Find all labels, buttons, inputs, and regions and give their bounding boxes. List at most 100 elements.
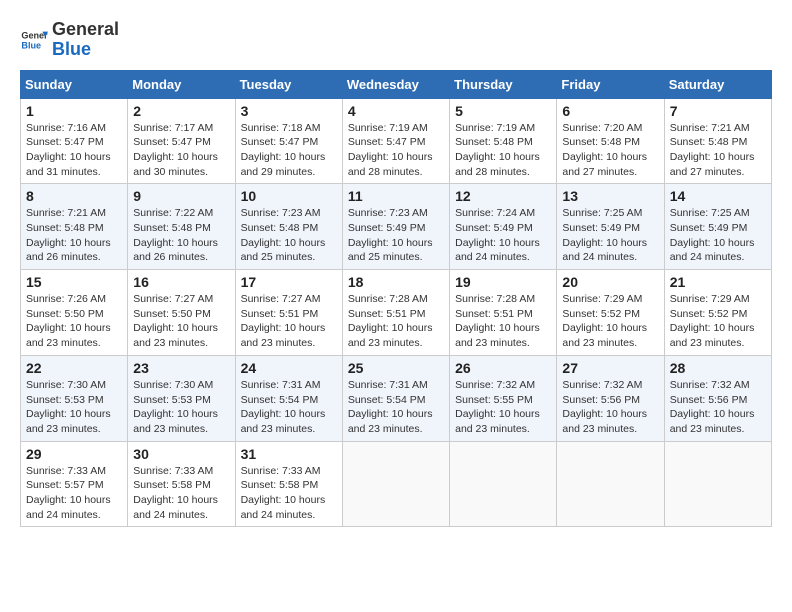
calendar-week-row: 15 Sunrise: 7:26 AM Sunset: 5:50 PM Dayli…: [21, 270, 772, 356]
day-number: 16: [133, 274, 229, 290]
day-info: Sunrise: 7:28 AM Sunset: 5:51 PM Dayligh…: [348, 292, 444, 351]
day-info: Sunrise: 7:24 AM Sunset: 5:49 PM Dayligh…: [455, 206, 551, 265]
day-number: 29: [26, 446, 122, 462]
calendar-cell: 22 Sunrise: 7:30 AM Sunset: 5:53 PM Dayli…: [21, 355, 128, 441]
day-info: Sunrise: 7:25 AM Sunset: 5:49 PM Dayligh…: [562, 206, 658, 265]
calendar-cell: 29 Sunrise: 7:33 AM Sunset: 5:57 PM Dayli…: [21, 441, 128, 527]
day-info: Sunrise: 7:32 AM Sunset: 5:55 PM Dayligh…: [455, 378, 551, 437]
calendar-week-row: 8 Sunrise: 7:21 AM Sunset: 5:48 PM Daylig…: [21, 184, 772, 270]
day-number: 24: [241, 360, 337, 376]
calendar-cell: 13 Sunrise: 7:25 AM Sunset: 5:49 PM Dayli…: [557, 184, 664, 270]
day-info: Sunrise: 7:31 AM Sunset: 5:54 PM Dayligh…: [348, 378, 444, 437]
calendar-cell: 19 Sunrise: 7:28 AM Sunset: 5:51 PM Dayli…: [450, 270, 557, 356]
day-info: Sunrise: 7:28 AM Sunset: 5:51 PM Dayligh…: [455, 292, 551, 351]
day-number: 5: [455, 103, 551, 119]
day-number: 21: [670, 274, 766, 290]
day-number: 17: [241, 274, 337, 290]
day-info: Sunrise: 7:25 AM Sunset: 5:49 PM Dayligh…: [670, 206, 766, 265]
day-number: 19: [455, 274, 551, 290]
day-info: Sunrise: 7:19 AM Sunset: 5:47 PM Dayligh…: [348, 121, 444, 180]
calendar-cell: 24 Sunrise: 7:31 AM Sunset: 5:54 PM Dayli…: [235, 355, 342, 441]
calendar-cell: 15 Sunrise: 7:26 AM Sunset: 5:50 PM Dayli…: [21, 270, 128, 356]
day-info: Sunrise: 7:33 AM Sunset: 5:57 PM Dayligh…: [26, 464, 122, 523]
day-info: Sunrise: 7:22 AM Sunset: 5:48 PM Dayligh…: [133, 206, 229, 265]
calendar-cell: 26 Sunrise: 7:32 AM Sunset: 5:55 PM Dayli…: [450, 355, 557, 441]
day-number: 25: [348, 360, 444, 376]
calendar-cell: 31 Sunrise: 7:33 AM Sunset: 5:58 PM Dayli…: [235, 441, 342, 527]
calendar-cell: 23 Sunrise: 7:30 AM Sunset: 5:53 PM Dayli…: [128, 355, 235, 441]
day-info: Sunrise: 7:29 AM Sunset: 5:52 PM Dayligh…: [562, 292, 658, 351]
calendar-cell: 10 Sunrise: 7:23 AM Sunset: 5:48 PM Dayli…: [235, 184, 342, 270]
day-number: 6: [562, 103, 658, 119]
days-header-row: Sunday Monday Tuesday Wednesday Thursday…: [21, 70, 772, 98]
header-wednesday: Wednesday: [342, 70, 449, 98]
calendar-cell: 6 Sunrise: 7:20 AM Sunset: 5:48 PM Daylig…: [557, 98, 664, 184]
day-info: Sunrise: 7:21 AM Sunset: 5:48 PM Dayligh…: [26, 206, 122, 265]
day-number: 7: [670, 103, 766, 119]
day-info: Sunrise: 7:33 AM Sunset: 5:58 PM Dayligh…: [241, 464, 337, 523]
calendar-cell: 11Sunrise: 7:23 AM Sunset: 5:49 PM Dayli…: [342, 184, 449, 270]
header-sunday: Sunday: [21, 70, 128, 98]
day-number: 28: [670, 360, 766, 376]
day-number: 4: [348, 103, 444, 119]
calendar-cell: 25 Sunrise: 7:31 AM Sunset: 5:54 PM Dayli…: [342, 355, 449, 441]
day-info: Sunrise: 7:23 AM Sunset: 5:48 PM Dayligh…: [241, 206, 337, 265]
header-friday: Friday: [557, 70, 664, 98]
day-info: Sunrise: 7:16 AM Sunset: 5:47 PM Dayligh…: [26, 121, 122, 180]
calendar-cell: [450, 441, 557, 527]
calendar-cell: 2Sunrise: 7:17 AM Sunset: 5:47 PM Daylig…: [128, 98, 235, 184]
logo-icon: General Blue: [20, 26, 48, 54]
calendar-cell: 9 Sunrise: 7:22 AM Sunset: 5:48 PM Daylig…: [128, 184, 235, 270]
calendar-cell: 1 Sunrise: 7:16 AM Sunset: 5:47 PM Daylig…: [21, 98, 128, 184]
calendar-week-row: 22 Sunrise: 7:30 AM Sunset: 5:53 PM Dayli…: [21, 355, 772, 441]
day-number: 14: [670, 188, 766, 204]
day-info: Sunrise: 7:21 AM Sunset: 5:48 PM Dayligh…: [670, 121, 766, 180]
calendar-cell: [342, 441, 449, 527]
day-info: Sunrise: 7:26 AM Sunset: 5:50 PM Dayligh…: [26, 292, 122, 351]
day-info: Sunrise: 7:31 AM Sunset: 5:54 PM Dayligh…: [241, 378, 337, 437]
day-info: Sunrise: 7:23 AM Sunset: 5:49 PM Dayligh…: [348, 206, 444, 265]
calendar-cell: [664, 441, 771, 527]
day-number: 20: [562, 274, 658, 290]
day-number: 26: [455, 360, 551, 376]
day-number: 22: [26, 360, 122, 376]
calendar-cell: 7 Sunrise: 7:21 AM Sunset: 5:48 PM Daylig…: [664, 98, 771, 184]
calendar-cell: 20 Sunrise: 7:29 AM Sunset: 5:52 PM Dayli…: [557, 270, 664, 356]
calendar-cell: 27Sunrise: 7:32 AM Sunset: 5:56 PM Dayli…: [557, 355, 664, 441]
day-number: 3: [241, 103, 337, 119]
day-number: 13: [562, 188, 658, 204]
calendar-cell: 21Sunrise: 7:29 AM Sunset: 5:52 PM Dayli…: [664, 270, 771, 356]
day-info: Sunrise: 7:32 AM Sunset: 5:56 PM Dayligh…: [670, 378, 766, 437]
calendar-cell: 28 Sunrise: 7:32 AM Sunset: 5:56 PM Dayli…: [664, 355, 771, 441]
calendar-cell: 5Sunrise: 7:19 AM Sunset: 5:48 PM Daylig…: [450, 98, 557, 184]
calendar-cell: 4 Sunrise: 7:19 AM Sunset: 5:47 PM Daylig…: [342, 98, 449, 184]
day-info: Sunrise: 7:20 AM Sunset: 5:48 PM Dayligh…: [562, 121, 658, 180]
day-info: Sunrise: 7:32 AM Sunset: 5:56 PM Dayligh…: [562, 378, 658, 437]
header-tuesday: Tuesday: [235, 70, 342, 98]
calendar-cell: 30 Sunrise: 7:33 AM Sunset: 5:58 PM Dayli…: [128, 441, 235, 527]
day-number: 1: [26, 103, 122, 119]
day-info: Sunrise: 7:30 AM Sunset: 5:53 PM Dayligh…: [26, 378, 122, 437]
day-number: 10: [241, 188, 337, 204]
day-number: 9: [133, 188, 229, 204]
header-thursday: Thursday: [450, 70, 557, 98]
calendar-cell: 16 Sunrise: 7:27 AM Sunset: 5:50 PM Dayli…: [128, 270, 235, 356]
day-number: 8: [26, 188, 122, 204]
day-number: 30: [133, 446, 229, 462]
day-info: Sunrise: 7:27 AM Sunset: 5:51 PM Dayligh…: [241, 292, 337, 351]
day-number: 15: [26, 274, 122, 290]
header-saturday: Saturday: [664, 70, 771, 98]
svg-text:Blue: Blue: [21, 40, 41, 50]
day-number: 23: [133, 360, 229, 376]
day-info: Sunrise: 7:30 AM Sunset: 5:53 PM Dayligh…: [133, 378, 229, 437]
logo: General Blue GeneralBlue: [20, 20, 119, 60]
day-number: 31: [241, 446, 337, 462]
calendar-week-row: 29 Sunrise: 7:33 AM Sunset: 5:57 PM Dayli…: [21, 441, 772, 527]
calendar-cell: [557, 441, 664, 527]
header-monday: Monday: [128, 70, 235, 98]
day-info: Sunrise: 7:27 AM Sunset: 5:50 PM Dayligh…: [133, 292, 229, 351]
calendar-cell: 12Sunrise: 7:24 AM Sunset: 5:49 PM Dayli…: [450, 184, 557, 270]
day-info: Sunrise: 7:33 AM Sunset: 5:58 PM Dayligh…: [133, 464, 229, 523]
calendar-week-row: 1 Sunrise: 7:16 AM Sunset: 5:47 PM Daylig…: [21, 98, 772, 184]
calendar-cell: 3Sunrise: 7:18 AM Sunset: 5:47 PM Daylig…: [235, 98, 342, 184]
